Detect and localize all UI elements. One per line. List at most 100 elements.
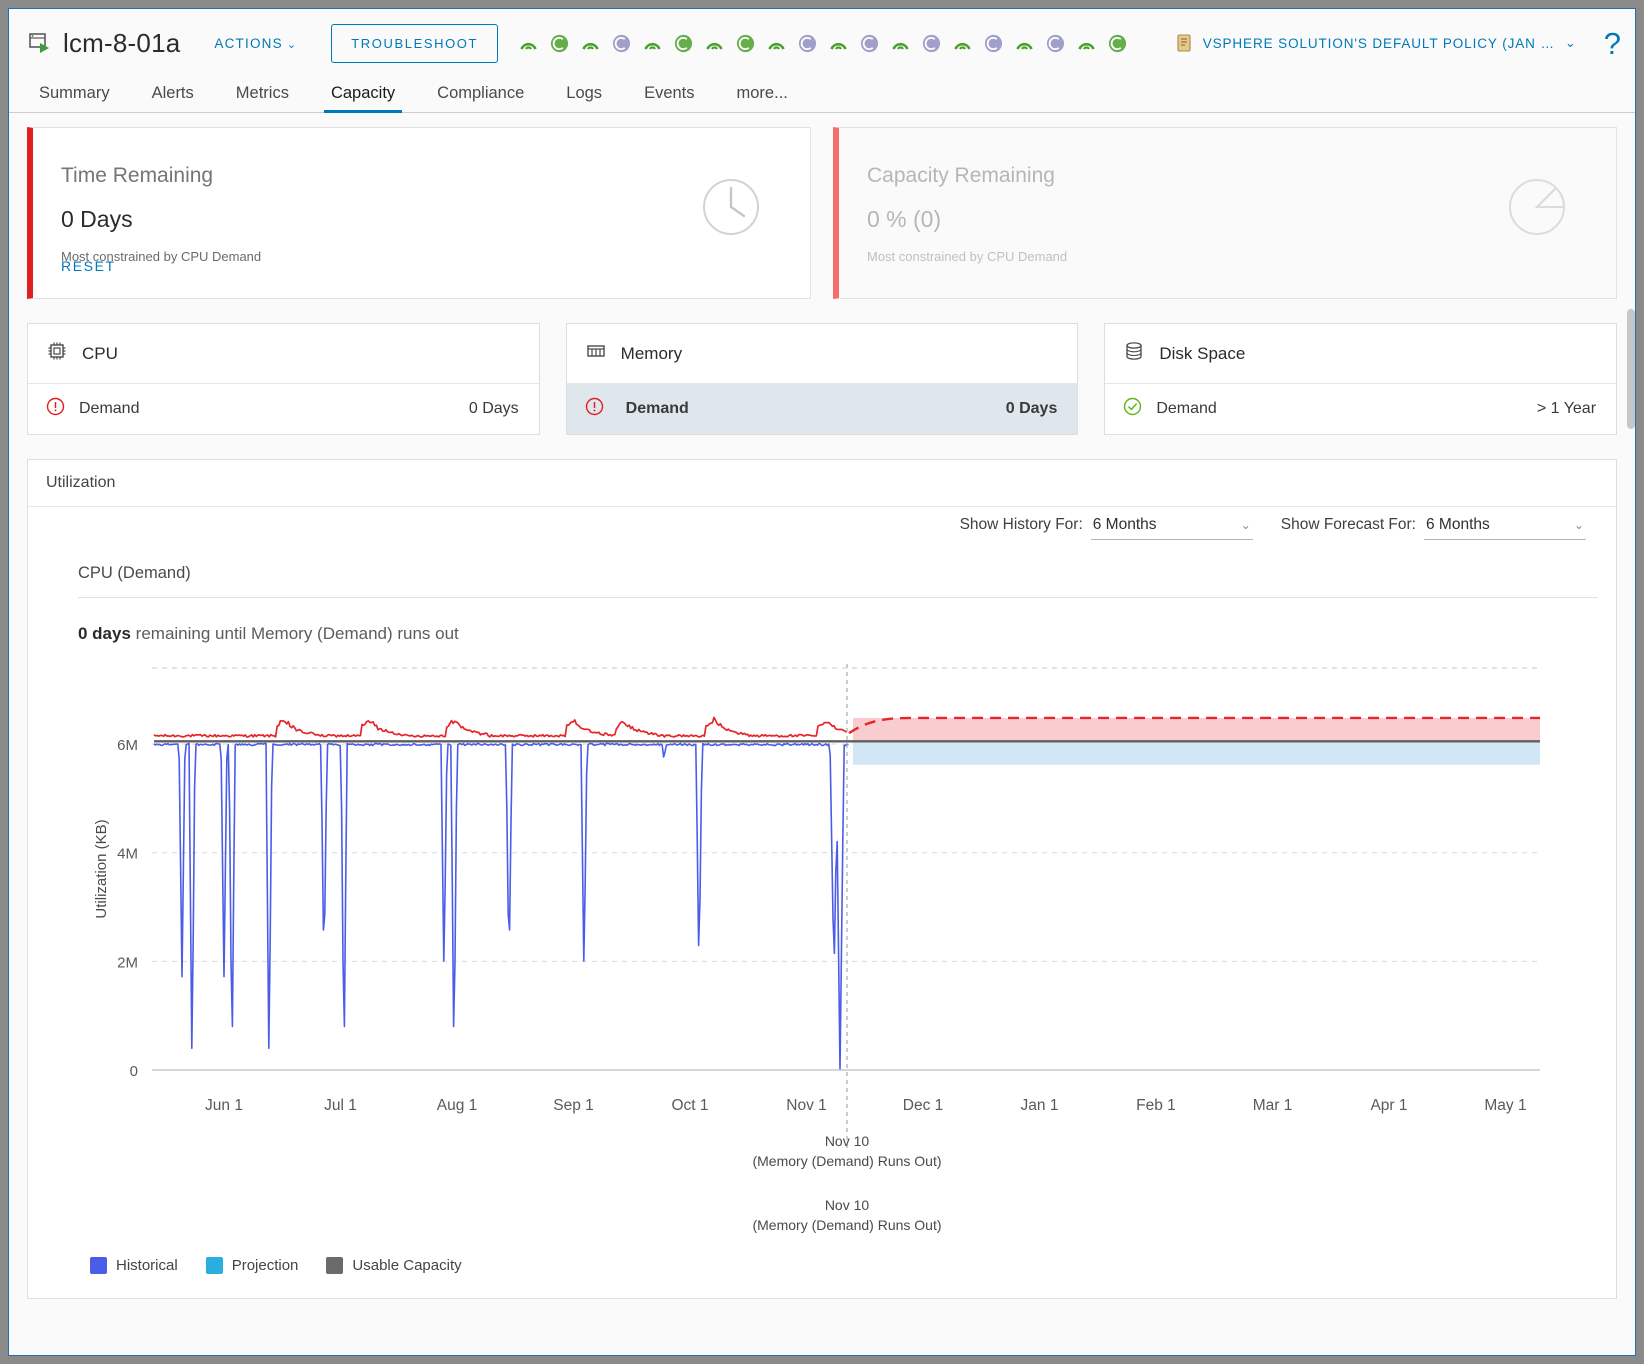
svg-text:Nov 10: Nov 10	[825, 1197, 870, 1213]
tab-compliance[interactable]: Compliance	[416, 84, 545, 112]
resource-card-memory[interactable]: Memory Demand 0 Days	[565, 323, 1079, 435]
svg-text:Jun 1: Jun 1	[205, 1097, 243, 1114]
time-remaining-value: 0 Days	[61, 206, 133, 232]
svg-text:Dec 1: Dec 1	[903, 1097, 944, 1114]
chart-caption-days: 0 days	[78, 624, 131, 643]
page-title: lcm-8-01a	[63, 27, 181, 58]
capacity-remaining-subtext: Most constrained by CPU Demand	[867, 249, 1068, 264]
svg-text:0: 0	[130, 1063, 138, 1080]
legend-swatch	[326, 1257, 344, 1274]
health-arc-badge-icon[interactable]	[518, 33, 539, 54]
resource-card-disk-space[interactable]: Disk Space Demand > 1 Year	[1104, 323, 1618, 435]
show-forecast-selector[interactable]: Show Forecast For: 6 Months ⌄	[1281, 516, 1586, 540]
resource-cards-row: CPU Demand 0 Days Memory Demand 0 Days D…	[9, 299, 1635, 435]
svg-text:Aug 1: Aug 1	[437, 1097, 478, 1114]
status-circle-badge-icon[interactable]	[859, 33, 880, 54]
memory-card-title: Memory	[620, 343, 683, 363]
status-circle-badge-icon[interactable]	[1107, 33, 1128, 54]
error-exclamation-icon	[585, 397, 604, 421]
health-arc-badge-icon[interactable]	[580, 33, 601, 54]
resource-card-cpu[interactable]: CPU Demand 0 Days	[27, 323, 540, 435]
health-arc-badge-icon[interactable]	[642, 33, 663, 54]
help-button[interactable]: ?	[1604, 28, 1621, 59]
tab-more[interactable]: more...	[716, 84, 809, 112]
memory-demand-row[interactable]: Demand 0 Days	[566, 384, 1078, 434]
status-circle-badge-icon[interactable]	[735, 33, 756, 54]
main-tab-bar: Summary Alerts Metrics Capacity Compliance Lo…	[9, 77, 1635, 113]
chart-caption-rest: remaining until Memory (Demand) runs out	[130, 624, 459, 643]
utilization-chart[interactable]: 0 2M 4M 6M Utilization (KB) Jun 1 Jul 1 Aug 1 Se…	[28, 650, 1616, 1270]
legend-label: Projection	[231, 1257, 299, 1274]
pie-chart-icon	[1508, 178, 1566, 241]
chart-caption: 0 days remaining until Memory (Demand) r…	[78, 624, 459, 644]
svg-text:Jan 1: Jan 1	[1021, 1097, 1059, 1114]
cpu-demand-value: 0 Days	[468, 400, 519, 417]
show-forecast-dropdown[interactable]: 6 Months ⌄	[1424, 516, 1586, 540]
legend-label: Historical	[116, 1257, 178, 1274]
health-arc-badge-icon[interactable]	[704, 33, 725, 54]
status-circle-badge-icon[interactable]	[921, 33, 942, 54]
actions-menu[interactable]: ACTIONS ⌄	[214, 36, 297, 51]
cpu-card-title: CPU	[82, 343, 118, 363]
error-exclamation-icon	[46, 397, 65, 421]
capacity-remaining-card[interactable]: Capacity Remaining 0 % (0) Most constrai…	[833, 127, 1617, 299]
health-arc-badge-icon[interactable]	[766, 33, 787, 54]
status-circle-badge-icon[interactable]	[673, 33, 694, 54]
status-circle-badge-icon[interactable]	[797, 33, 818, 54]
cpu-demand-row[interactable]: Demand 0 Days	[28, 384, 539, 434]
health-arc-badge-icon[interactable]	[1076, 33, 1097, 54]
memory-demand-label: Demand	[625, 400, 689, 417]
show-forecast-value: 6 Months	[1426, 516, 1490, 533]
vm-object-icon	[27, 30, 53, 56]
tab-logs[interactable]: Logs	[545, 84, 623, 112]
svg-text:2M: 2M	[117, 954, 138, 971]
cpu-demand-label: Demand	[79, 400, 140, 417]
status-circle-badge-icon[interactable]	[611, 33, 632, 54]
svg-text:Feb 1: Feb 1	[1136, 1097, 1176, 1114]
badge-strip	[518, 33, 1128, 54]
health-arc-badge-icon[interactable]	[952, 33, 973, 54]
status-circle-badge-icon[interactable]	[983, 33, 1004, 54]
svg-text:(Memory (Demand) Runs Out): (Memory (Demand) Runs Out)	[752, 1217, 941, 1233]
tab-capacity[interactable]: Capacity	[310, 84, 416, 113]
disk-stack-icon	[1123, 340, 1145, 367]
legend-item[interactable]: Historical	[90, 1257, 178, 1274]
legend-item[interactable]: Usable Capacity	[326, 1257, 462, 1274]
svg-text:Utilization (KB): Utilization (KB)	[93, 819, 110, 918]
show-history-selector[interactable]: Show History For: 6 Months ⌄	[960, 516, 1253, 540]
show-history-dropdown[interactable]: 6 Months ⌄	[1090, 516, 1253, 540]
health-arc-badge-icon[interactable]	[828, 33, 849, 54]
memory-card-header: Memory	[566, 324, 1078, 384]
svg-text:Nov 10: Nov 10	[825, 1133, 870, 1149]
chart-metric-tab[interactable]: CPU (Demand)	[78, 564, 1598, 598]
policy-label: VSPHERE SOLUTION'S DEFAULT POLICY (JAN …	[1202, 35, 1555, 51]
tab-events[interactable]: Events	[623, 84, 715, 112]
reset-link[interactable]: RESET	[61, 258, 116, 274]
status-circle-badge-icon[interactable]	[1045, 33, 1066, 54]
legend-label: Usable Capacity	[352, 1257, 462, 1274]
clock-icon	[702, 178, 760, 241]
cpu-chip-icon	[46, 340, 68, 367]
time-remaining-card[interactable]: Time Remaining 0 Days Most constrained b…	[27, 127, 811, 299]
disk-card-header: Disk Space	[1105, 324, 1617, 384]
health-arc-badge-icon[interactable]	[1014, 33, 1035, 54]
legend-item[interactable]: Projection	[205, 1257, 299, 1274]
tab-alerts[interactable]: Alerts	[131, 84, 215, 112]
check-circle-icon	[1123, 397, 1142, 421]
policy-selector[interactable]: VSPHERE SOLUTION'S DEFAULT POLICY (JAN ……	[1175, 33, 1582, 53]
svg-text:Nov 1: Nov 1	[786, 1097, 827, 1114]
tab-metrics[interactable]: Metrics	[215, 84, 310, 112]
chevron-down-icon: ⌄	[286, 38, 298, 51]
troubleshoot-button[interactable]: TROUBLESHOOT	[331, 23, 499, 63]
status-circle-badge-icon[interactable]	[549, 33, 570, 54]
disk-demand-row[interactable]: Demand > 1 Year	[1105, 384, 1616, 434]
health-arc-badge-icon[interactable]	[890, 33, 911, 54]
show-forecast-label: Show Forecast For:	[1280, 516, 1416, 533]
vertical-scrollbar[interactable]	[1627, 309, 1635, 429]
chevron-down-icon: ⌄	[1573, 518, 1584, 532]
svg-text:Apr 1: Apr 1	[1370, 1097, 1407, 1114]
chevron-down-icon: ⌄	[1564, 35, 1576, 50]
summary-cards-row: Time Remaining 0 Days Most constrained b…	[9, 113, 1635, 299]
tab-summary[interactable]: Summary	[27, 84, 131, 112]
time-remaining-subtext: Most constrained by CPU Demand	[61, 249, 262, 264]
